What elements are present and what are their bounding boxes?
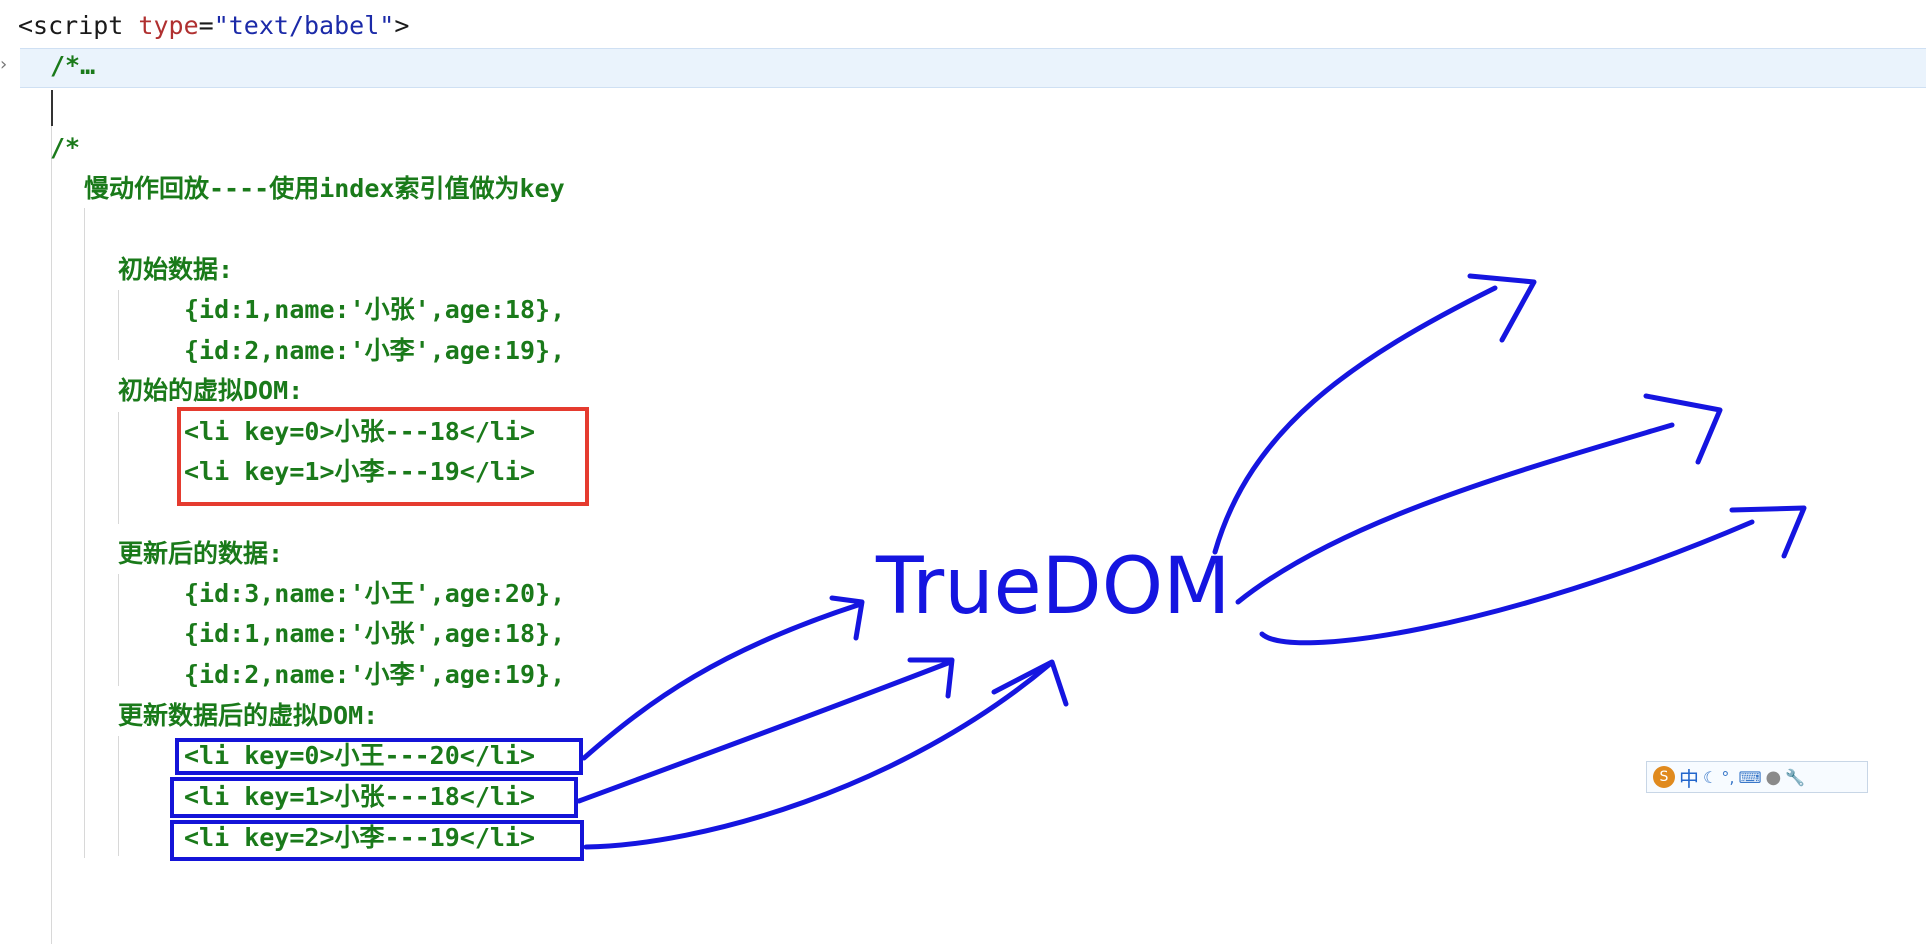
code-line-updated-data-1[interactable]: {id:1,name:'小张',age:18},	[184, 614, 565, 654]
truedom-annotation-label: TrueDOM	[876, 542, 1231, 632]
fold-arrow-icon[interactable]: ›	[0, 54, 7, 75]
updated-vdom-highlight-box-0	[175, 738, 583, 775]
indent-guide	[118, 290, 119, 360]
updated-vdom-highlight-box-1	[170, 777, 578, 818]
initial-data-label: 初始数据:	[118, 255, 234, 284]
indent-guide	[84, 208, 85, 858]
tag-attribute-value: "text/babel"	[213, 11, 395, 40]
initial-data-item: {id:2,name:'小李',age:19},	[184, 336, 566, 365]
code-line-updated-data-2[interactable]: {id:2,name:'小李',age:19},	[184, 655, 565, 695]
code-editor[interactable]: › <script type="text/babel"> /*… /* 慢动作回…	[0, 0, 1926, 944]
initial-vdom-highlight-box	[177, 407, 589, 506]
comment-heading: 慢动作回放----使用index索引值做为key	[84, 174, 565, 203]
code-line-collapsed-comment[interactable]: /*…	[50, 46, 95, 86]
comment-open: /*	[50, 133, 81, 162]
ink-arrow-stroke	[1235, 422, 1675, 605]
ink-arrow-stroke	[829, 595, 865, 641]
code-line-initial-data-label[interactable]: 初始数据:	[118, 250, 233, 290]
code-line-initial-vdom-label[interactable]: 初始的虚拟DOM:	[118, 371, 303, 411]
punctuation-icon[interactable]: °,	[1721, 768, 1734, 787]
code-line-initial-data-0[interactable]: {id:1,name:'小张',age:18},	[184, 290, 565, 330]
updated-vdom-highlight-box-2	[170, 820, 584, 861]
tag-close: >	[394, 11, 410, 40]
code-line-script-tag[interactable]: <script type="text/babel">	[18, 6, 409, 46]
indent-guide	[51, 90, 52, 944]
updated-data-item: {id:2,name:'小李',age:19},	[184, 660, 566, 689]
updated-data-item: {id:3,name:'小王',age:20},	[184, 579, 566, 608]
collapsed-comment[interactable]: /*…	[50, 51, 95, 80]
ink-arrow-stroke	[991, 659, 1069, 707]
ime-toolbar[interactable]: S 中 ☾ °, ⌨ ● 🔧	[1646, 761, 1868, 793]
text-caret	[51, 90, 53, 126]
code-line-heading[interactable]: 慢动作回放----使用index索引值做为key	[84, 169, 565, 209]
updated-data-item: {id:1,name:'小张',age:18},	[184, 619, 566, 648]
wrench-icon[interactable]: 🔧	[1785, 768, 1805, 787]
indent-guide	[118, 574, 119, 686]
code-line-comment-open[interactable]: /*	[50, 128, 80, 168]
ink-arrow-stroke	[1729, 505, 1807, 559]
tag-attribute: type	[138, 11, 199, 40]
user-icon[interactable]: ●	[1766, 767, 1782, 788]
ink-arrow-stroke	[576, 660, 951, 804]
code-line-initial-data-1[interactable]: {id:2,name:'小李',age:19},	[184, 331, 565, 371]
ink-arrow-stroke	[583, 661, 1053, 850]
indent-guide	[118, 736, 119, 856]
updated-data-label: 更新后的数据:	[118, 539, 284, 568]
ink-arrow-stroke	[1259, 519, 1755, 646]
sogou-logo-icon[interactable]: S	[1653, 766, 1675, 788]
tag-open: <script	[18, 11, 124, 40]
ink-arrow-stroke	[1212, 285, 1498, 555]
ink-arrow-stroke	[1643, 393, 1723, 465]
ink-arrow-stroke	[581, 602, 861, 761]
code-line-updated-data-0[interactable]: {id:3,name:'小王',age:20},	[184, 574, 565, 614]
ink-arrow-stroke	[907, 657, 955, 699]
ink-arrow-stroke	[1467, 273, 1537, 343]
tag-equals: =	[198, 11, 214, 40]
ime-mode-toggle[interactable]: 中	[1679, 763, 1699, 792]
code-line-updated-data-label[interactable]: 更新后的数据:	[118, 534, 283, 574]
indent-guide	[118, 412, 119, 524]
updated-vdom-label: 更新数据后的虚拟DOM:	[118, 701, 379, 730]
initial-vdom-label: 初始的虚拟DOM:	[118, 376, 304, 405]
moon-icon[interactable]: ☾	[1703, 768, 1717, 787]
code-line-updated-vdom-label[interactable]: 更新数据后的虚拟DOM:	[118, 696, 378, 736]
current-line-highlight	[20, 48, 1926, 88]
initial-data-item: {id:1,name:'小张',age:18},	[184, 295, 566, 324]
keyboard-icon[interactable]: ⌨	[1738, 768, 1761, 787]
